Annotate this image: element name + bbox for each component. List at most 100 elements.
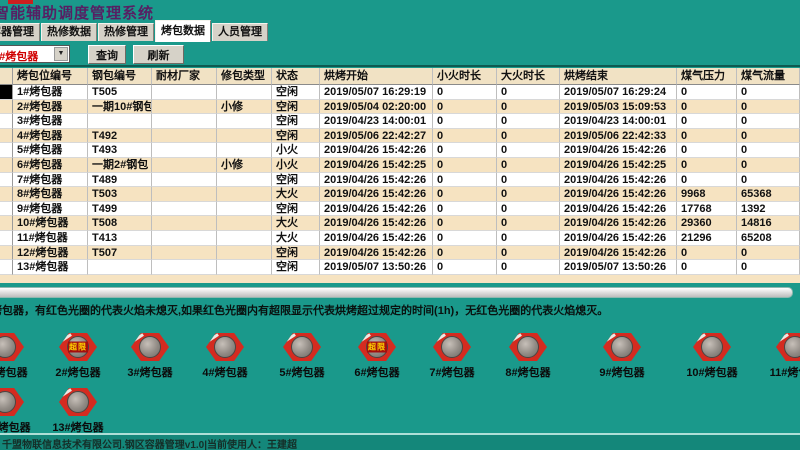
tab-4[interactable]: 烤包数据 xyxy=(155,20,211,42)
table-cell: 2019/04/26 15:42:26 xyxy=(560,246,677,261)
row-selector[interactable] xyxy=(0,85,13,100)
column-header[interactable]: 修包类型 xyxy=(217,68,272,85)
device-select[interactable]: 1#烤包器 ▼ xyxy=(0,45,70,63)
table-cell: 2019/04/26 15:42:26 xyxy=(560,187,677,202)
table-cell: 0 xyxy=(497,202,560,217)
table-cell: 1#烤包器 xyxy=(13,85,88,100)
device-label: 11#烤包器 xyxy=(760,364,800,380)
table-cell: 空闲 xyxy=(272,260,320,275)
table-cell: 0 xyxy=(677,129,737,144)
device-icon-9[interactable] xyxy=(603,333,641,361)
table-cell: 2019/05/06 22:42:27 xyxy=(320,129,433,144)
table-cell: 2019/04/23 14:00:01 xyxy=(560,114,677,129)
tab-5[interactable]: 人员管理 xyxy=(212,23,268,41)
row-selector[interactable] xyxy=(0,158,13,173)
table-cell: 0 xyxy=(497,114,560,129)
table-row-empty xyxy=(0,275,800,283)
table-cell: 2019/04/26 15:42:26 xyxy=(560,216,677,231)
column-header[interactable]: 煤气压力 xyxy=(677,68,737,85)
table-row[interactable]: 6#烤包器一期2#钢包小修小火2019/04/26 15:42:25002019… xyxy=(0,158,800,173)
row-selector[interactable] xyxy=(0,216,13,231)
table-row[interactable]: 4#烤包器T492空闲2019/05/06 22:42:27002019/05/… xyxy=(0,129,800,144)
column-header[interactable]: 烘烤结束 xyxy=(560,68,677,85)
tab-3[interactable]: 热修管理 xyxy=(98,23,154,41)
column-header[interactable]: 状态 xyxy=(272,68,320,85)
tab-2[interactable]: 热修数据 xyxy=(41,23,97,41)
table-cell: 0 xyxy=(497,143,560,158)
column-header[interactable]: 小火时长 xyxy=(433,68,497,85)
table-row[interactable]: 3#烤包器空闲2019/04/23 14:00:01002019/04/23 1… xyxy=(0,114,800,129)
table-cell: 0 xyxy=(677,100,737,115)
device-icon-12[interactable] xyxy=(0,388,24,416)
burner-circle-icon xyxy=(701,336,723,358)
table-row[interactable]: 10#烤包器T508大火2019/04/26 15:42:26002019/04… xyxy=(0,216,800,231)
row-selector[interactable] xyxy=(0,187,13,202)
table-cell: 3#烤包器 xyxy=(13,114,88,129)
row-selector[interactable] xyxy=(0,129,13,144)
table-cell: 0 xyxy=(737,158,800,173)
table-cell xyxy=(217,85,272,100)
table-cell: 空闲 xyxy=(272,114,320,129)
column-header[interactable]: 耐材厂家 xyxy=(152,68,217,85)
app-window: 智能辅助调度管理系统 容器管理热修数据热修管理烤包数据人员管理 1#烤包器 ▼ … xyxy=(0,0,800,450)
table-cell: 小火 xyxy=(272,143,320,158)
table-cell xyxy=(152,114,217,129)
device-icon-6[interactable]: 超限 xyxy=(358,333,396,361)
row-selector[interactable] xyxy=(0,173,13,188)
column-header[interactable]: 烤包位编号 xyxy=(13,68,88,85)
burner-circle-icon xyxy=(139,336,161,358)
row-selector[interactable] xyxy=(0,231,13,246)
table-cell: 空闲 xyxy=(272,129,320,144)
tab-1[interactable]: 容器管理 xyxy=(0,23,40,41)
query-button[interactable]: 查询 xyxy=(88,45,126,64)
over-limit-badge: 超限 xyxy=(68,342,88,353)
device-icon-3[interactable] xyxy=(131,333,169,361)
table-row[interactable]: 8#烤包器T503大火2019/04/26 15:42:26002019/04/… xyxy=(0,187,800,202)
table-cell: 0 xyxy=(497,260,560,275)
row-selector[interactable] xyxy=(0,100,13,115)
table-cell xyxy=(152,202,217,217)
device-label: 2#烤包器 xyxy=(43,364,113,380)
column-header[interactable]: 烘烤开始 xyxy=(320,68,433,85)
column-header[interactable]: 煤气流量 xyxy=(737,68,800,85)
table-row[interactable]: 9#烤包器T499空闲2019/04/26 15:42:26002019/04/… xyxy=(0,202,800,217)
row-selector[interactable] xyxy=(0,202,13,217)
table-row[interactable]: 2#烤包器一期10#钢包小修空闲2019/05/04 02:20:0000201… xyxy=(0,100,800,115)
chevron-down-icon[interactable]: ▼ xyxy=(54,47,68,61)
device-icon-7[interactable] xyxy=(433,333,471,361)
device-icon-13[interactable] xyxy=(59,388,97,416)
device-icon-2[interactable]: 超限 xyxy=(59,333,97,361)
table-row[interactable]: 11#烤包器T413大火2019/04/26 15:42:26002019/04… xyxy=(0,231,800,246)
table-cell: 9968 xyxy=(677,187,737,202)
table-cell: 空闲 xyxy=(272,85,320,100)
table-row[interactable]: 12#烤包器T507空闲2019/04/26 15:42:26002019/04… xyxy=(0,246,800,261)
table-row[interactable]: 5#烤包器T493小火2019/04/26 15:42:26002019/04/… xyxy=(0,143,800,158)
row-selector[interactable] xyxy=(0,114,13,129)
device-icon-5[interactable] xyxy=(283,333,321,361)
refresh-button[interactable]: 刷新 xyxy=(133,45,184,64)
row-selector[interactable] xyxy=(0,246,13,261)
table-cell xyxy=(217,231,272,246)
device-icon-4[interactable] xyxy=(206,333,244,361)
table-cell: 0 xyxy=(677,143,737,158)
column-header[interactable]: 钢包编号 xyxy=(88,68,152,85)
row-selector[interactable] xyxy=(0,143,13,158)
burner-circle-icon xyxy=(784,336,800,358)
column-header[interactable]: 大火时长 xyxy=(497,68,560,85)
table-cell: 0 xyxy=(433,129,497,144)
table-row[interactable]: 7#烤包器T489空闲2019/04/26 15:42:26002019/04/… xyxy=(0,173,800,188)
horizontal-scrollbar[interactable] xyxy=(0,287,793,298)
device-icon-10[interactable] xyxy=(693,333,731,361)
device-icon-11[interactable] xyxy=(776,333,800,361)
table-row[interactable]: 1#烤包器T505空闲2019/05/07 16:29:19002019/05/… xyxy=(0,85,800,100)
device-icon-8[interactable] xyxy=(509,333,547,361)
table-cell xyxy=(217,173,272,188)
table-cell: T493 xyxy=(88,143,152,158)
row-selector[interactable] xyxy=(0,260,13,275)
table-cell: T413 xyxy=(88,231,152,246)
table-row[interactable]: 13#烤包器空闲2019/05/07 13:50:26002019/05/07 … xyxy=(0,260,800,275)
over-limit-badge: 超限 xyxy=(367,342,387,353)
toolbar-separator xyxy=(0,65,800,67)
device-icon-1[interactable] xyxy=(0,333,24,361)
table-cell: 2019/05/06 22:42:33 xyxy=(560,129,677,144)
